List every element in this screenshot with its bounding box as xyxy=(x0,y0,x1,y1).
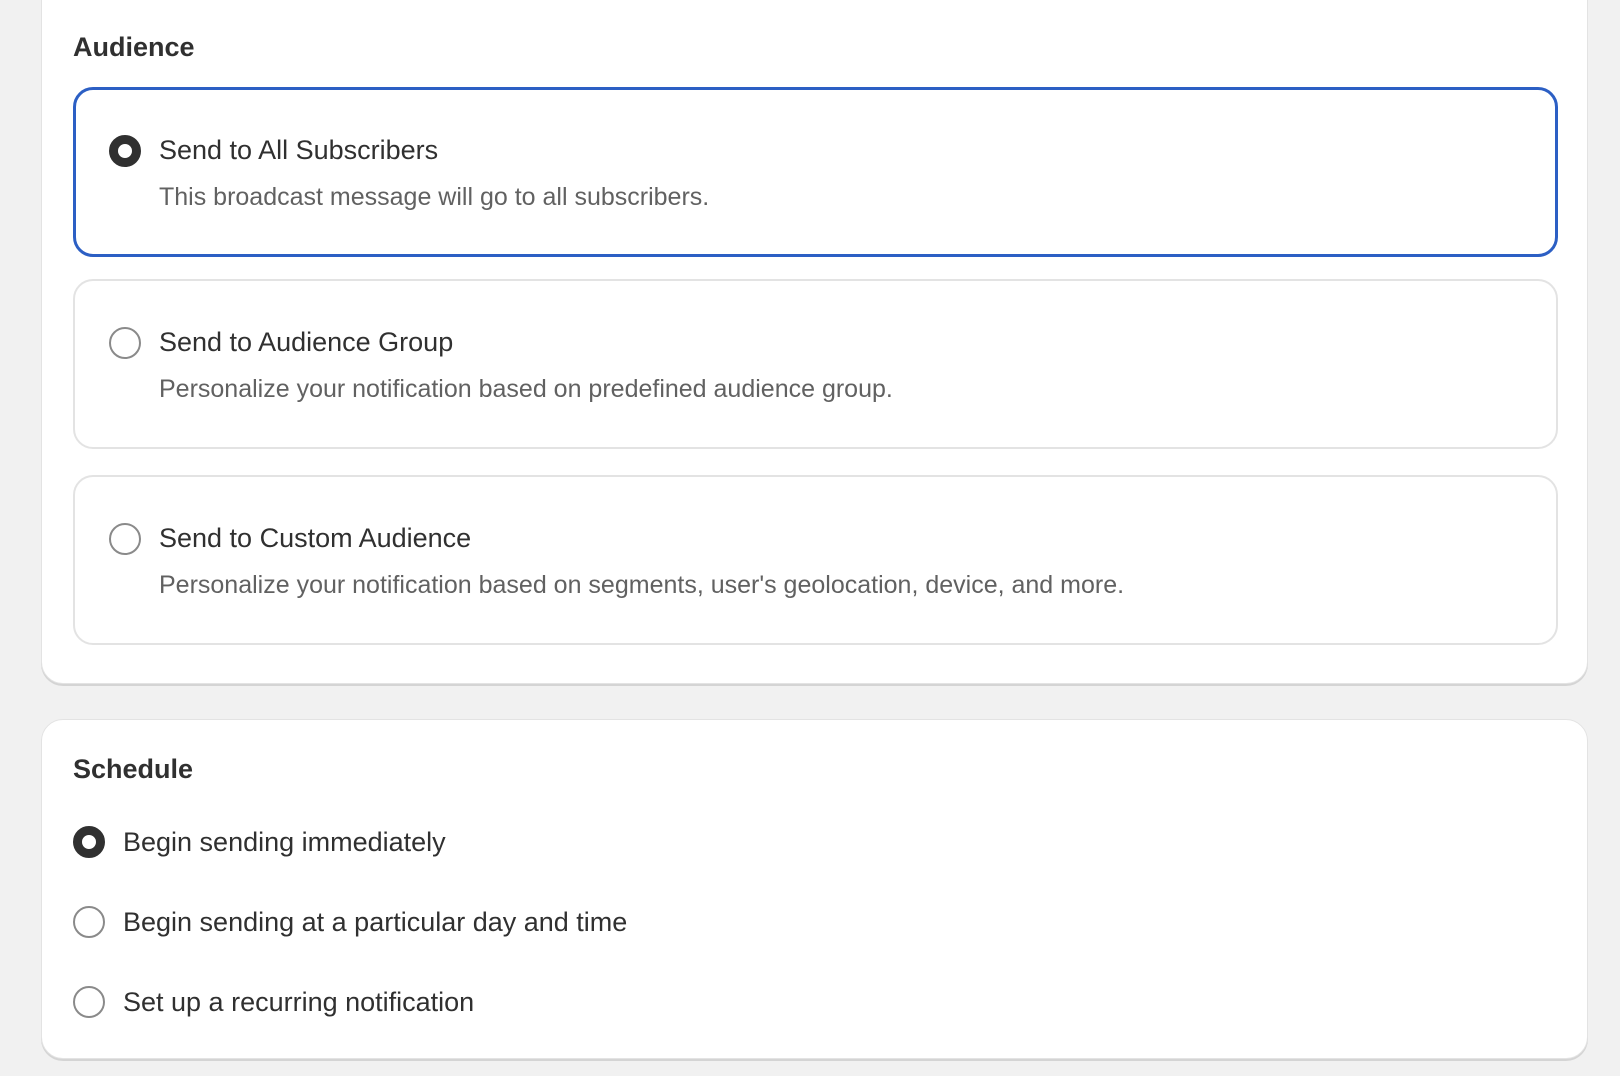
audience-title: Audience xyxy=(73,32,195,62)
radio-unselected-icon[interactable] xyxy=(73,906,105,938)
audience-option-custom-audience[interactable]: Send to Custom Audience Personalize your… xyxy=(73,475,1558,645)
radio-unselected-icon[interactable] xyxy=(73,986,105,1018)
schedule-title: Schedule xyxy=(73,754,194,784)
audience-option-label: Send to Custom Audience xyxy=(159,523,472,553)
audience-option-all-subscribers[interactable]: Send to All Subscribers This broadcast m… xyxy=(73,87,1558,257)
schedule-option-label: Begin sending immediately xyxy=(123,827,446,857)
schedule-card: Schedule Begin sending immediately Begin… xyxy=(41,719,1588,1059)
audience-option-description: This broadcast message will go to all su… xyxy=(159,183,710,211)
schedule-option-label: Begin sending at a particular day and ti… xyxy=(123,907,628,937)
audience-option-label: Send to Audience Group xyxy=(159,327,454,357)
audience-option-description: Personalize your notification based on p… xyxy=(159,375,893,403)
schedule-option-label: Set up a recurring notification xyxy=(123,987,475,1017)
radio-selected-icon[interactable] xyxy=(109,135,141,167)
radio-unselected-icon[interactable] xyxy=(109,327,141,359)
radio-selected-icon[interactable] xyxy=(73,826,105,858)
radio-unselected-icon[interactable] xyxy=(109,523,141,555)
audience-card: Audience Send to All Subscribers This br… xyxy=(41,0,1588,684)
audience-option-description: Personalize your notification based on s… xyxy=(159,571,1125,599)
audience-option-audience-group[interactable]: Send to Audience Group Personalize your … xyxy=(73,279,1558,449)
audience-option-label: Send to All Subscribers xyxy=(159,135,439,165)
